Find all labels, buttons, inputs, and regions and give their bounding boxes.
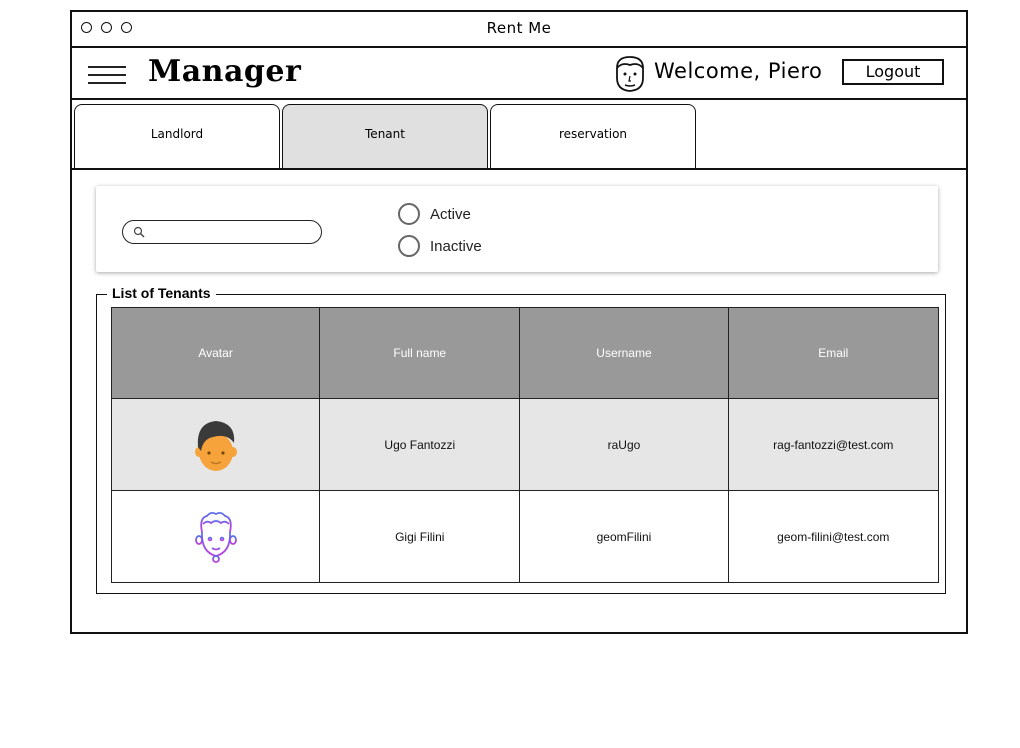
column-header-full-name[interactable]: Full name bbox=[319, 307, 521, 399]
radio-inactive[interactable]: Inactive bbox=[398, 235, 482, 257]
email-cell: geom-filini@test.com bbox=[727, 490, 940, 583]
radio-active-circle[interactable] bbox=[398, 203, 420, 225]
tab-reservation[interactable]: reservation bbox=[490, 104, 696, 168]
username-cell: raUgo bbox=[519, 398, 729, 491]
curly-hair-avatar-icon bbox=[194, 511, 237, 563]
search-input[interactable] bbox=[149, 223, 313, 243]
column-header-email[interactable]: Email bbox=[727, 307, 940, 399]
table-header-row: Avatar Full name Username Email bbox=[110, 307, 940, 399]
avatar-cell bbox=[110, 398, 321, 491]
title-bar: Rent Me bbox=[72, 12, 966, 48]
tab-content-divider bbox=[72, 168, 966, 170]
table-row[interactable]: Ugo Fantozzi raUgo rag-fantozzi@test.com bbox=[110, 398, 940, 491]
tenants-legend: List of Tenants bbox=[107, 285, 216, 301]
man-avatar-icon bbox=[194, 420, 237, 471]
radio-active[interactable]: Active bbox=[398, 203, 471, 225]
window-title: Rent Me bbox=[486, 19, 552, 37]
column-header-username[interactable]: Username bbox=[519, 307, 729, 399]
hamburger-menu-icon[interactable] bbox=[88, 64, 126, 86]
search-icon bbox=[133, 226, 145, 238]
column-header-avatar[interactable]: Avatar bbox=[110, 307, 321, 399]
filter-panel: Active Inactive bbox=[96, 186, 938, 272]
email-cell: rag-fantozzi@test.com bbox=[727, 398, 940, 491]
search-field[interactable] bbox=[122, 220, 322, 244]
brand-title: Manager bbox=[148, 54, 302, 89]
avatar-cell bbox=[110, 490, 321, 583]
app-window: Rent Me Manager Welcome, Piero Logout La… bbox=[70, 10, 968, 634]
user-face-icon bbox=[616, 56, 644, 92]
welcome-message: Welcome, Piero bbox=[654, 59, 823, 83]
radio-inactive-label: Inactive bbox=[430, 237, 482, 255]
full-name-cell: Gigi Filini bbox=[319, 490, 521, 583]
tab-landlord[interactable]: Landlord bbox=[74, 104, 280, 168]
table-row[interactable]: Gigi Filini geomFilini geom-filini@test.… bbox=[110, 490, 940, 583]
tenants-table: Avatar Full name Username Email Ugo Fant… bbox=[110, 307, 940, 583]
radio-inactive-circle[interactable] bbox=[398, 235, 420, 257]
full-name-cell: Ugo Fantozzi bbox=[319, 398, 521, 491]
app-header: Manager Welcome, Piero Logout bbox=[72, 48, 966, 100]
tenants-fieldset: List of Tenants Avatar Full name Usernam… bbox=[96, 285, 946, 594]
username-cell: geomFilini bbox=[519, 490, 729, 583]
tab-tenant[interactable]: Tenant bbox=[282, 104, 488, 168]
logout-button[interactable]: Logout bbox=[842, 59, 944, 85]
radio-active-label: Active bbox=[430, 205, 471, 223]
